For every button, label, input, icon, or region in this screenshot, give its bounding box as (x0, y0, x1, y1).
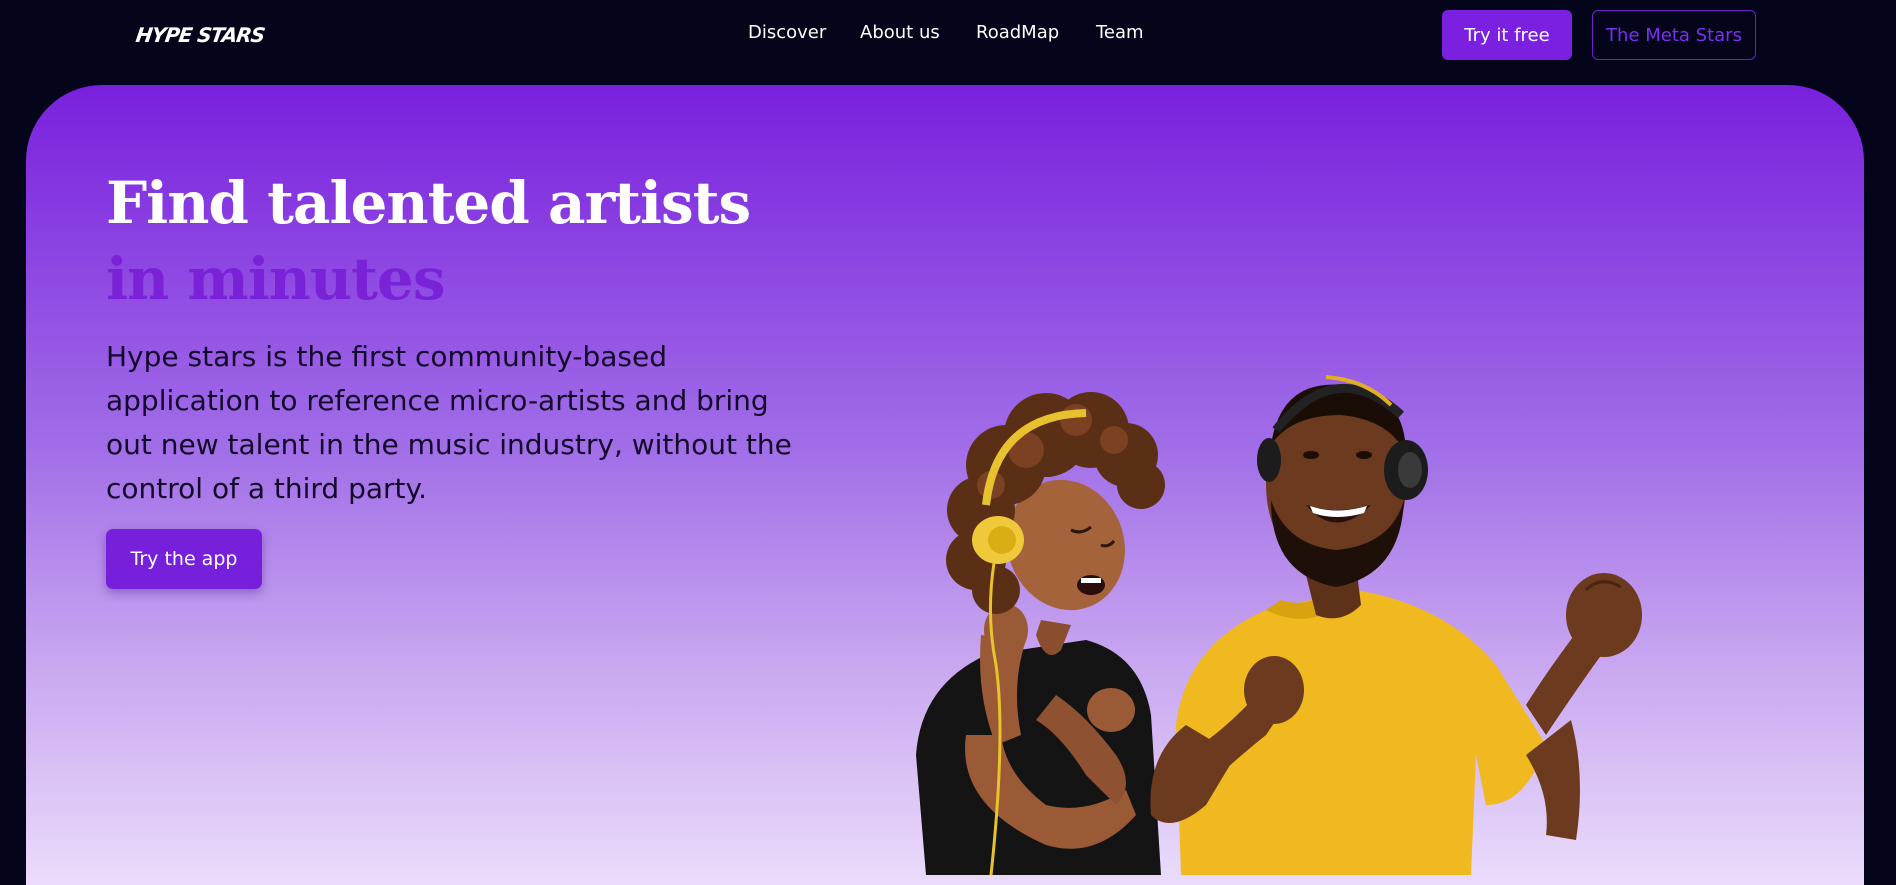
navbar: HYPE STARS Discover About us RoadMap Tea… (0, 0, 1896, 85)
hero-section: Find talented artists in minutes Hype st… (26, 85, 1864, 885)
hero-title-line1: Find talented artists (106, 169, 751, 237)
hero-title: Find talented artists in minutes (106, 165, 751, 317)
hero-description: Hype stars is the first community-based … (106, 340, 792, 505)
nav-link-about-us[interactable]: About us (860, 22, 940, 43)
try-it-free-button[interactable]: Try it free (1442, 10, 1572, 60)
nav-link-team[interactable]: Team (1096, 22, 1144, 43)
meta-stars-button[interactable]: The Meta Stars (1592, 10, 1756, 60)
man-figure (1150, 375, 1642, 875)
hero-title-line2: in minutes (106, 245, 445, 313)
try-the-app-button[interactable]: Try the app (106, 529, 262, 589)
woman-figure (916, 392, 1165, 875)
nav-link-roadmap[interactable]: RoadMap (976, 22, 1059, 43)
nav-link-discover[interactable]: Discover (748, 22, 826, 43)
hero-image (916, 375, 1642, 875)
logo-text: HYPE STARS (134, 23, 266, 47)
logo[interactable]: HYPE STARS (134, 20, 266, 50)
